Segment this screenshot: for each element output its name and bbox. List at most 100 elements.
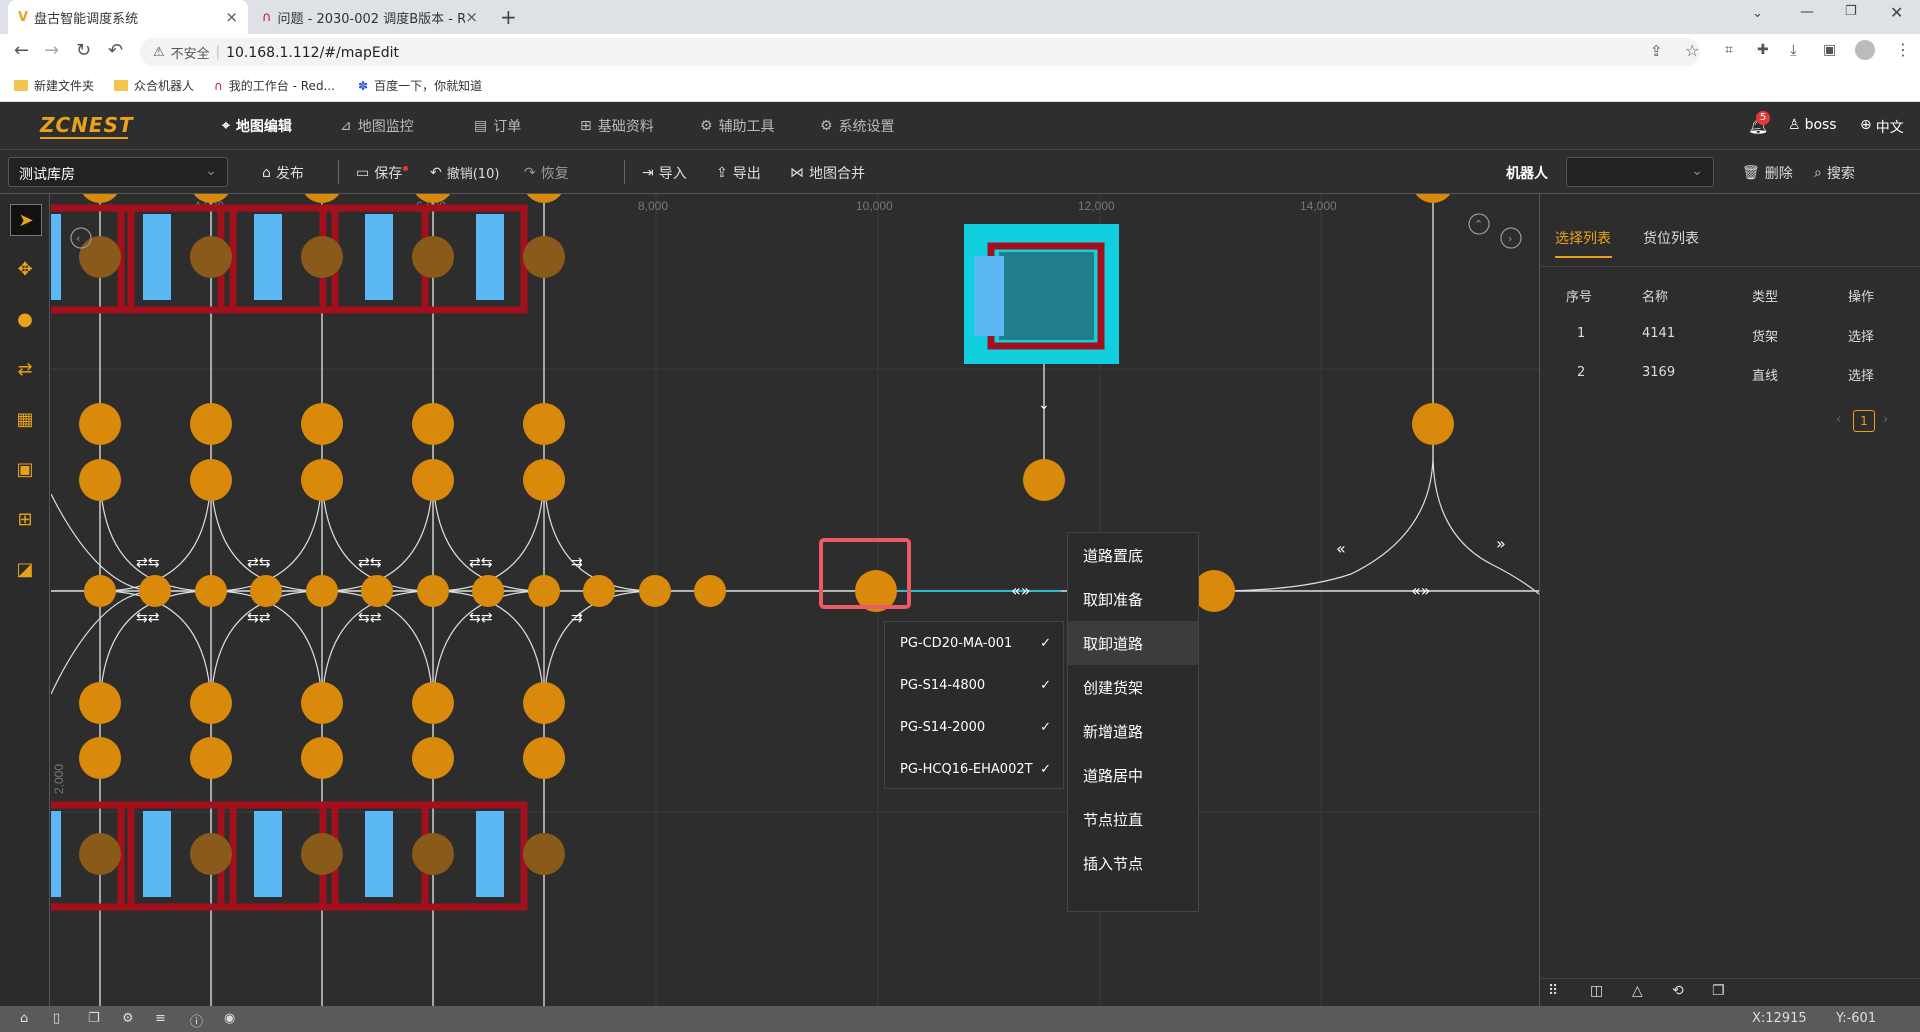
info-icon[interactable]: ⓘ — [190, 1011, 203, 1030]
bookmark-item[interactable]: 新建文件夹 — [14, 77, 94, 94]
extensions-icon[interactable]: ✚ — [1757, 42, 1769, 58]
download-icon[interactable]: ⤓ — [1790, 41, 1797, 59]
tab-selection-list[interactable]: 选择列表 — [1555, 228, 1611, 248]
redo-button[interactable]: ↷ 恢复 — [524, 163, 569, 183]
file-icon[interactable]: ▯ — [53, 1011, 60, 1026]
station-tool-icon[interactable]: ▣ — [10, 454, 40, 484]
shelf-row-top[interactable] — [51, 204, 565, 314]
road-tool-icon[interactable]: ⇄ — [10, 354, 40, 384]
prev-page-icon[interactable]: ‹ — [1836, 412, 1841, 427]
ctx-pickup-road[interactable]: 取卸道路 — [1068, 621, 1198, 665]
ctx-create-shelf[interactable]: 创建货架 — [1068, 665, 1198, 709]
canvas-nav[interactable] — [70, 213, 1522, 249]
browser-menu-icon[interactable]: ⋮ — [1895, 40, 1911, 59]
reload-icon[interactable]: ↻ — [76, 40, 91, 61]
page-number[interactable]: 1 — [1853, 410, 1875, 432]
undo-button[interactable]: ↶ 撤销(10) — [430, 163, 499, 183]
share-icon[interactable]: ⇪ — [1650, 42, 1663, 60]
sidepanel-icon[interactable]: ▣ — [1823, 42, 1836, 58]
gear-icon[interactable]: ⚙ — [122, 1011, 134, 1026]
select-link[interactable]: 选择 — [1848, 326, 1874, 345]
security-indicator: ⚠ 不安全 | 10.168.1.112/#/mapEdit — [153, 43, 399, 63]
ctx-insert-node[interactable]: 插入节点 — [1068, 841, 1198, 885]
tab-search-icon[interactable]: ⌄ — [1752, 6, 1763, 21]
delete-button[interactable]: 🗑︎ 删除 — [1742, 163, 1793, 183]
forward-icon[interactable]: → — [44, 40, 59, 61]
close-tab-icon[interactable]: × — [225, 8, 238, 26]
node-tool-icon[interactable]: ● — [10, 304, 40, 334]
context-menu: 道路置底 取卸准备 取卸道路 创建货架 新增道路 道路居中 节点拉直 插入节点 — [1067, 532, 1199, 912]
grid-view-icon[interactable]: ⠿ — [1548, 983, 1558, 999]
robot-select[interactable]: ⌄ — [1566, 157, 1714, 187]
profile-avatar[interactable] — [1855, 40, 1875, 60]
select-link[interactable]: 选择 — [1848, 365, 1874, 384]
bookmark-star-icon[interactable]: ☆ — [1685, 41, 1699, 60]
user-menu[interactable]: ♙ boss — [1788, 117, 1837, 133]
menu-base-data[interactable]: ⊞ 基础资料 — [580, 116, 654, 136]
copy-icon[interactable]: ❐ — [88, 1011, 100, 1026]
zone-tool-icon[interactable]: ◪ — [10, 554, 40, 584]
next-page-icon[interactable]: › — [1883, 412, 1888, 427]
menu-aux-tools[interactable]: ⚙ 辅助工具 — [700, 116, 775, 136]
save-button[interactable]: ▭ 保存 — [356, 163, 409, 183]
map-svg[interactable]: 4,000 6,000 8,000 10,000 12,000 14,000 2… — [51, 194, 1539, 1006]
import-button[interactable]: ⇥ 导入 — [642, 163, 687, 183]
move-tool-icon[interactable]: ✥ — [10, 254, 40, 284]
ctx-straighten-node[interactable]: 节点拉直 — [1068, 797, 1198, 841]
warehouse-value: 测试库房 — [19, 167, 75, 183]
menu-settings[interactable]: ⚙ 系统设置 — [820, 116, 895, 136]
submenu-label: PG-S14-4800 — [900, 677, 986, 693]
submenu-item[interactable]: PG-CD20-MA-001 ✓ — [885, 622, 1063, 664]
url-text[interactable]: 10.168.1.112/#/mapEdit — [226, 45, 399, 61]
back-icon[interactable]: ← — [14, 40, 29, 61]
minimize-icon[interactable]: — — [1800, 4, 1814, 20]
split-view-icon[interactable]: ◫ — [1590, 983, 1603, 999]
select-tool-icon[interactable]: ➤ — [10, 204, 42, 236]
ctx-pickup-prep[interactable]: 取卸准备 — [1068, 577, 1198, 621]
ctx-road-bottom[interactable]: 道路置底 — [1068, 533, 1198, 577]
language-menu[interactable]: ⊕ 中文 — [1860, 117, 1904, 137]
warning-icon: ⚠ — [153, 45, 165, 60]
layers-icon[interactable]: △ — [1632, 983, 1643, 999]
browser-tab-2[interactable]: ∩ 问题 - 2030-002 调度B版本 - Re × — [252, 0, 488, 34]
list-icon[interactable]: ≡ — [155, 1011, 166, 1026]
menu-map-monitor[interactable]: ⊿ 地图监控 — [340, 116, 414, 136]
ctx-add-road[interactable]: 新增道路 — [1068, 709, 1198, 753]
menu-orders[interactable]: ▤ 订单 — [474, 116, 521, 136]
tab-slot-list[interactable]: 货位列表 — [1643, 228, 1699, 248]
new-tab-icon[interactable]: + — [500, 5, 517, 29]
user-icon: ♙ — [1788, 117, 1801, 133]
close-tab-icon[interactable]: × — [465, 8, 478, 26]
bookmark-item[interactable]: 众合机器人 — [114, 77, 194, 94]
search-button[interactable]: ⌕ 搜索 — [1814, 163, 1855, 183]
map-canvas[interactable]: 4,000 6,000 8,000 10,000 12,000 14,000 2… — [51, 194, 1539, 1006]
shelf-tool-icon[interactable]: ▦ — [10, 404, 40, 434]
cell-type: 货架 — [1752, 330, 1779, 345]
shelf-row-bottom[interactable] — [51, 801, 565, 911]
copy-icon[interactable]: ❐ — [1712, 983, 1725, 999]
bookmark-item[interactable]: ✽ 百度一下，你就知道 — [358, 77, 482, 94]
ctx-road-center[interactable]: 道路居中 — [1068, 753, 1198, 797]
merge-map-button[interactable]: ⋈ 地图合并 — [790, 163, 865, 183]
submenu-item[interactable]: PG-S14-4800 ✓ — [885, 664, 1063, 706]
chevron-down-icon: ⌄ — [205, 163, 217, 179]
export-button[interactable]: ⇪ 导出 — [716, 163, 761, 183]
eye-icon[interactable]: ◉ — [224, 1011, 235, 1026]
rotate-icon[interactable]: ⟲ — [1672, 983, 1684, 999]
home-icon[interactable]: ⌂ — [20, 1011, 28, 1026]
svg-text:⌃: ⌃ — [1474, 218, 1483, 231]
browser-tab-active[interactable]: V 盘古智能调度系统 × — [8, 0, 248, 34]
nodes[interactable] — [79, 194, 1454, 779]
close-window-icon[interactable]: ✕ — [1890, 3, 1903, 22]
crop-icon[interactable]: ⌗ — [1725, 42, 1733, 58]
station-block[interactable] — [964, 224, 1119, 364]
submenu-item[interactable]: PG-HCQ16-EHA002T ✓ — [885, 748, 1063, 790]
warehouse-select[interactable]: 测试库房 ⌄ — [8, 157, 228, 187]
menu-map-edit[interactable]: ⌖ 地图编辑 — [222, 116, 292, 136]
publish-button[interactable]: ⌂ 发布 — [262, 163, 304, 183]
bookmark-item[interactable]: ∩ 我的工作台 - Red... — [214, 77, 335, 94]
home-undo-icon[interactable]: ↶ — [108, 40, 123, 61]
submenu-item[interactable]: PG-S14-2000 ✓ — [885, 706, 1063, 748]
restore-icon[interactable]: ❐ — [1845, 4, 1857, 19]
area-tool-icon[interactable]: ⊞ — [10, 504, 40, 534]
